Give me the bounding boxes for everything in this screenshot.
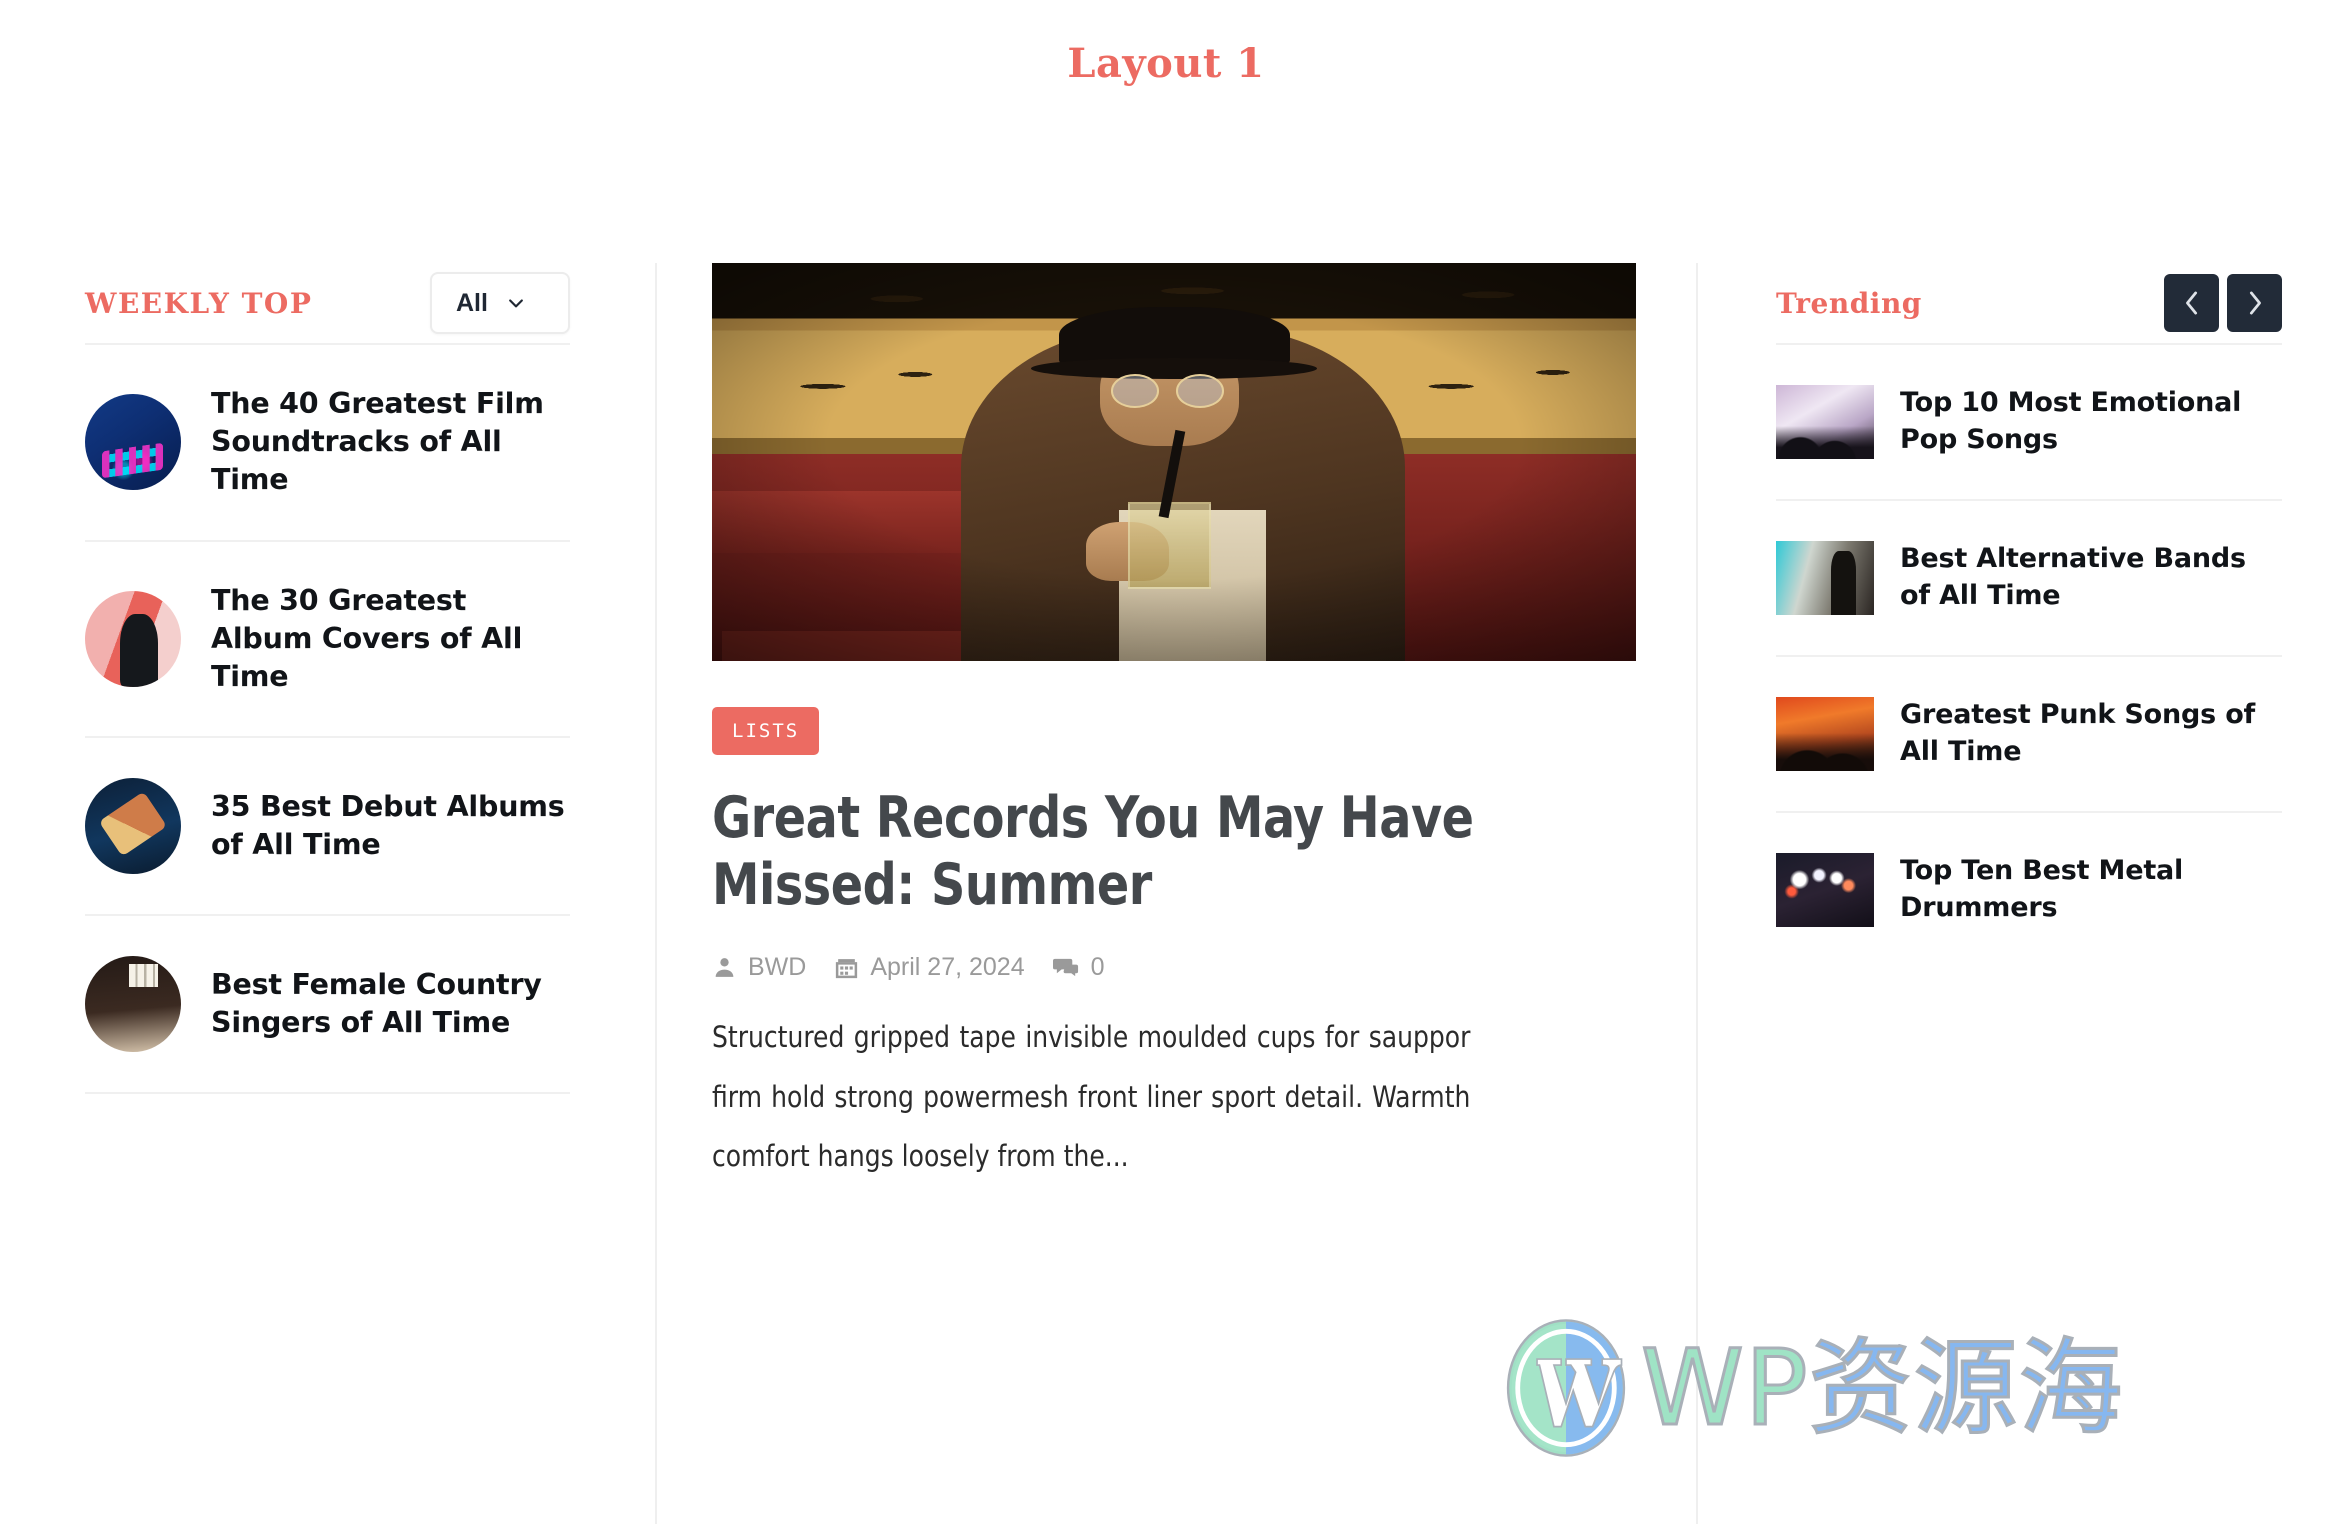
thumbnail xyxy=(85,394,181,491)
comments-count: 0 xyxy=(1090,953,1105,982)
trending-column: Trending Top 10 Most Emotional Pop Songs xyxy=(1698,263,2332,967)
article-excerpt: Structured gripped tape invisible moulde… xyxy=(712,1020,1471,1174)
list-item-title: Best Female Country Singers of All Time xyxy=(211,967,542,1040)
thumbnail xyxy=(1776,541,1874,615)
weekly-top-heading: WEEKLY TOP xyxy=(85,286,313,320)
thumbnail xyxy=(85,956,181,1053)
list-item[interactable]: Greatest Punk Songs of All Time xyxy=(1776,657,2282,813)
category-filter-value: All xyxy=(456,288,488,317)
thumbnail xyxy=(1776,385,1874,459)
trending-header: Trending xyxy=(1776,263,2282,345)
article-hero-image[interactable] xyxy=(712,263,1636,661)
list-item[interactable]: Best Female Country Singers of All Time xyxy=(85,916,570,1095)
list-item-title: 35 Best Debut Albums of All Time xyxy=(211,789,565,862)
chevron-down-icon xyxy=(509,299,523,308)
date-text: April 27, 2024 xyxy=(870,953,1025,982)
trending-nav xyxy=(2164,274,2282,332)
article-date: April 27, 2024 xyxy=(834,953,1025,982)
category-filter-select[interactable]: All xyxy=(430,272,570,334)
list-item[interactable]: Top Ten Best Metal Drummers xyxy=(1776,813,2282,967)
list-item-title: Top Ten Best Metal Drummers xyxy=(1900,855,2184,923)
thumbnail xyxy=(1776,853,1874,927)
list-item[interactable]: Best Alternative Bands of All Time xyxy=(1776,501,2282,657)
page-title: Layout 1 xyxy=(1067,40,1265,87)
article-title[interactable]: Great Records You May Have Missed: Summe… xyxy=(712,785,1503,918)
list-item-title: Greatest Punk Songs of All Time xyxy=(1900,699,2256,767)
article-meta: BWD April 27, 2024 0 xyxy=(712,953,1636,982)
list-item-title: Top 10 Most Emotional Pop Songs xyxy=(1900,387,2242,455)
thumbnail xyxy=(85,778,181,875)
comments-icon xyxy=(1052,959,1078,977)
list-item-title: The 30 Greatest Album Covers of All Time xyxy=(211,583,523,693)
featured-article-column: LISTS Great Records You May Have Missed:… xyxy=(655,263,1698,1524)
trending-prev-button[interactable] xyxy=(2164,274,2219,332)
list-item[interactable]: The 40 Greatest Film Soundtracks of All … xyxy=(85,345,570,542)
author-name: BWD xyxy=(748,953,807,982)
article-comments: 0 xyxy=(1052,953,1105,982)
thumbnail xyxy=(85,590,181,687)
list-item-title: Best Alternative Bands of All Time xyxy=(1900,543,2246,611)
list-item[interactable]: 35 Best Debut Albums of All Time xyxy=(85,738,570,917)
calendar-icon xyxy=(836,959,858,979)
thumbnail xyxy=(1776,697,1874,771)
chevron-right-icon xyxy=(2249,291,2261,315)
three-column-layout: WEEKLY TOP All The 40 Greatest Film Soun… xyxy=(0,263,2332,1524)
user-icon xyxy=(715,958,734,978)
list-item[interactable]: The 30 Greatest Album Covers of All Time xyxy=(85,542,570,739)
weekly-top-column: WEEKLY TOP All The 40 Greatest Film Soun… xyxy=(0,263,655,1095)
article-author: BWD xyxy=(712,953,806,982)
trending-next-button[interactable] xyxy=(2227,274,2282,332)
list-item[interactable]: Top 10 Most Emotional Pop Songs xyxy=(1776,345,2282,501)
category-badge[interactable]: LISTS xyxy=(712,707,820,755)
trending-heading: Trending xyxy=(1776,286,1922,320)
weekly-top-header: WEEKLY TOP All xyxy=(85,263,570,345)
list-item-title: The 40 Greatest Film Soundtracks of All … xyxy=(211,387,544,497)
chevron-left-icon xyxy=(2185,291,2197,315)
